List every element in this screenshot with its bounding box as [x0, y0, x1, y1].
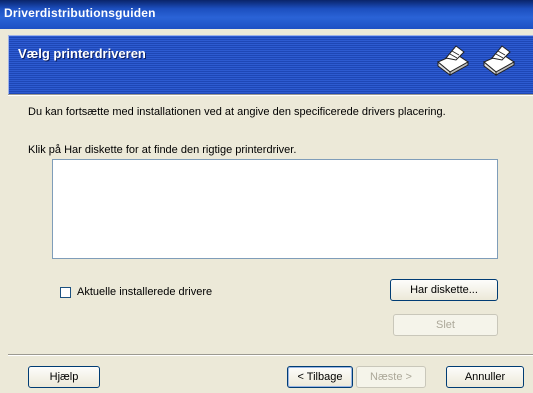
- footer-divider: [8, 354, 533, 356]
- page-title: Vælg printerdriveren: [18, 46, 146, 61]
- next-button[interactable]: Næste >: [356, 366, 426, 388]
- intro-text: Du kan fortsætte med installationen ved …: [28, 106, 446, 118]
- help-button[interactable]: Hjælp: [28, 366, 100, 388]
- checkbox-box[interactable]: [60, 286, 71, 298]
- back-button[interactable]: < Tilbage: [287, 366, 353, 388]
- header-divider: [8, 94, 533, 96]
- installed-drivers-checkbox[interactable]: Aktuelle installerede drivere: [60, 286, 212, 298]
- cancel-button[interactable]: Annuller: [446, 366, 524, 388]
- printer-icon: [434, 42, 472, 79]
- instruction-text: Klik på Har diskette for at finde den ri…: [28, 144, 297, 156]
- driver-list[interactable]: [52, 159, 498, 259]
- window-titlebar[interactable]: Driverdistributionsguiden: [0, 0, 533, 29]
- window-title: Driverdistributionsguiden: [4, 6, 156, 20]
- checkbox-label: Aktuelle installerede drivere: [77, 286, 213, 298]
- printer-icon: [480, 42, 518, 79]
- header-icons: [434, 42, 518, 79]
- wizard-header: Vælg printerdriveren: [8, 35, 533, 94]
- have-disk-button[interactable]: Har diskette...: [390, 279, 498, 301]
- delete-button[interactable]: Slet: [393, 314, 498, 336]
